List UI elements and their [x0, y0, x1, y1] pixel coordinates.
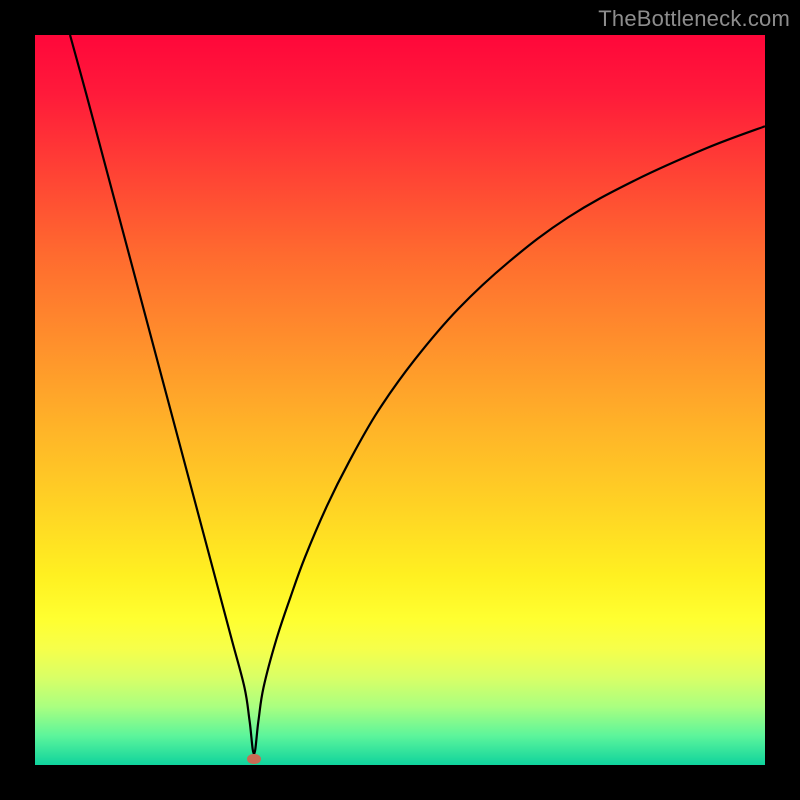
plot-area	[35, 35, 765, 765]
watermark-text: TheBottleneck.com	[598, 6, 790, 32]
bottleneck-curve	[35, 35, 765, 765]
chart-frame: TheBottleneck.com	[0, 0, 800, 800]
curve-path	[70, 35, 765, 754]
curve-minimum-marker	[247, 754, 261, 764]
